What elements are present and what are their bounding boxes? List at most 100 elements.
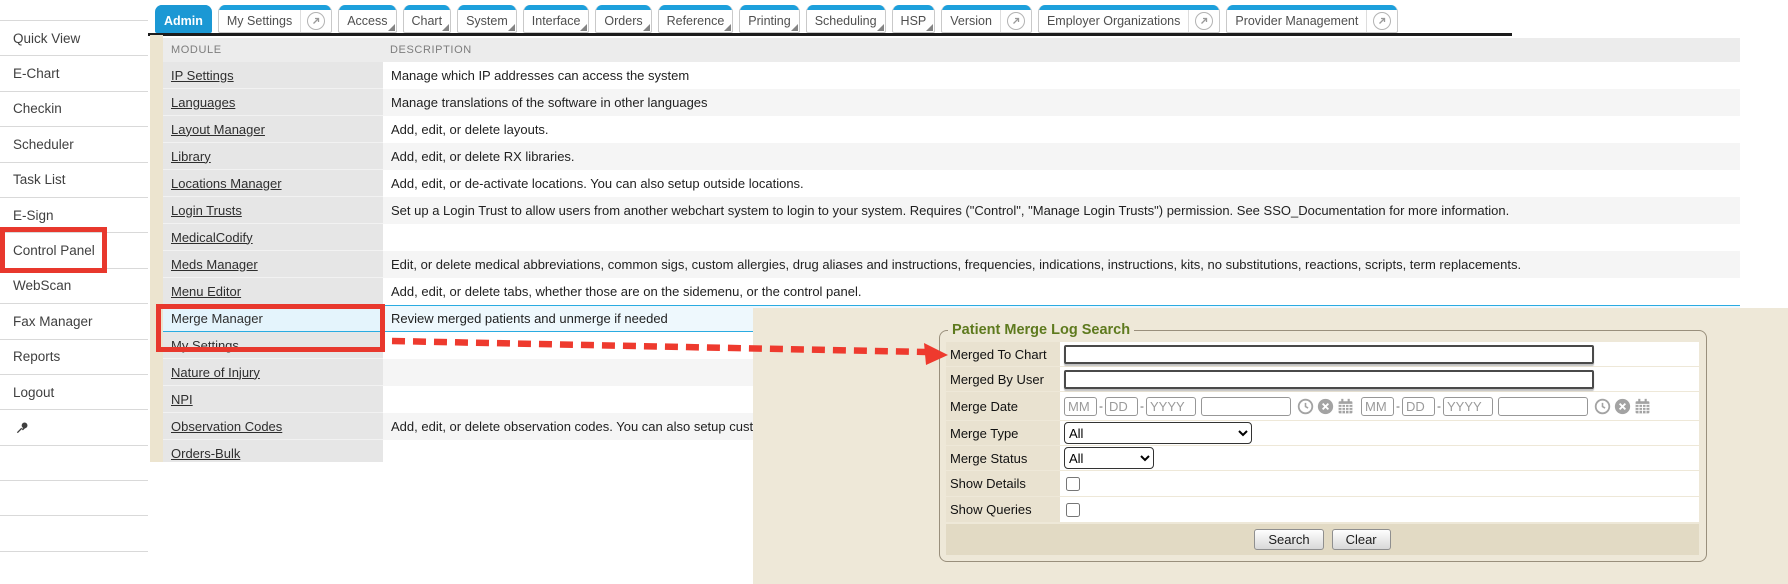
merged-to-chart-input[interactable]: [1064, 345, 1594, 364]
external-link-icon: [1007, 12, 1025, 30]
sidebar-item-e-chart[interactable]: E-Chart: [0, 56, 148, 91]
module-link-locations-manager[interactable]: Locations Manager: [171, 176, 282, 191]
module-cell: IP Settings: [163, 62, 383, 89]
tab-external-link[interactable]: [1188, 10, 1219, 32]
module-link-my-settings[interactable]: My Settings: [171, 338, 239, 353]
module-link-layout-manager[interactable]: Layout Manager: [171, 122, 265, 137]
day-input[interactable]: [1105, 397, 1138, 416]
pin-icon[interactable]: [15, 420, 30, 435]
module-cell: Locations Manager: [163, 170, 383, 197]
date-separator: -: [1140, 399, 1144, 413]
sidebar-item-control-panel[interactable]: Control Panel: [0, 233, 148, 268]
clear-button[interactable]: Clear: [1332, 529, 1391, 550]
module-link-orders-bulk[interactable]: Orders-Bulk: [171, 446, 240, 461]
calendar-icon[interactable]: [1634, 398, 1651, 415]
day-input[interactable]: [1402, 397, 1435, 416]
description-cell: Add, edit, or delete RX libraries.: [383, 143, 1740, 170]
sidebar-item-e-sign[interactable]: E-Sign: [0, 198, 148, 233]
tab-external-link[interactable]: [1366, 10, 1397, 32]
module-link-merge-manager[interactable]: Merge Manager: [171, 311, 263, 326]
module-cell: Orders-Bulk: [163, 440, 383, 462]
tab-my-settings[interactable]: My Settings: [218, 5, 332, 33]
sidebar-item-label: Scheduler: [13, 137, 74, 152]
module-link-login-trusts[interactable]: Login Trusts: [171, 203, 242, 218]
form-row: Merge Status All: [946, 446, 1699, 470]
external-link-icon: [1195, 12, 1213, 30]
description-cell: Manage translations of the software in o…: [383, 89, 1740, 116]
module-link-library[interactable]: Library: [171, 149, 211, 164]
show-queries-checkbox[interactable]: [1066, 503, 1080, 517]
tab-employer-organizations[interactable]: Employer Organizations: [1038, 5, 1220, 33]
tab-admin[interactable]: Admin: [155, 5, 212, 33]
tab-reference[interactable]: Reference: [658, 5, 734, 33]
sidebar-item-task-list[interactable]: Task List: [0, 163, 148, 198]
year-input[interactable]: [1146, 397, 1196, 416]
search-button[interactable]: Search: [1254, 529, 1323, 550]
clock-icon[interactable]: [1297, 398, 1314, 415]
tab-orders[interactable]: Orders: [595, 5, 651, 33]
tab-printing[interactable]: Printing: [739, 5, 799, 33]
tab-version[interactable]: Version: [941, 5, 1032, 33]
date-input-group: - -: [1361, 397, 1651, 416]
tab-label: Access: [339, 10, 395, 32]
clear-circle-icon[interactable]: [1614, 398, 1631, 415]
tab-chart[interactable]: Chart: [403, 5, 452, 33]
month-input[interactable]: [1064, 397, 1097, 416]
sidebar-item-fax-manager[interactable]: Fax Manager: [0, 304, 148, 339]
table-row-layout-manager: Layout Manager Add, edit, or delete layo…: [163, 116, 1740, 143]
form-row: Merged By User: [946, 367, 1699, 391]
sidebar-item-quick-view[interactable]: Quick View: [0, 21, 148, 56]
merge-log-search-fieldset: Patient Merge Log Search Merged To Chart…: [939, 322, 1707, 562]
time-input[interactable]: [1498, 397, 1588, 416]
tab-label: Interface: [524, 10, 589, 32]
module-link-ip-settings[interactable]: IP Settings: [171, 68, 234, 83]
year-input[interactable]: [1443, 397, 1493, 416]
tab-external-link[interactable]: [300, 10, 331, 32]
description-cell: Edit, or delete medical abbreviations, c…: [383, 251, 1740, 278]
sidebar-item-label: Checkin: [13, 101, 62, 116]
form-row: Show Queries: [946, 497, 1699, 522]
module-link-npi[interactable]: NPI: [171, 392, 193, 407]
module-link-menu-editor[interactable]: Menu Editor: [171, 284, 241, 299]
clock-icon[interactable]: [1594, 398, 1611, 415]
description-column-header: DESCRIPTION: [390, 44, 472, 56]
tab-external-link[interactable]: [1000, 10, 1031, 32]
module-link-medicalcodify[interactable]: MedicalCodify: [171, 230, 253, 245]
form-row: Merge Type All: [946, 421, 1699, 445]
module-link-meds-manager[interactable]: Meds Manager: [171, 257, 258, 272]
tab-access[interactable]: Access: [338, 5, 396, 33]
merge-type-select[interactable]: All: [1064, 422, 1252, 444]
tab-interface[interactable]: Interface: [523, 5, 590, 33]
merge-date-field: - - - -: [1060, 392, 1699, 420]
form-row: Merged To Chart: [946, 342, 1699, 366]
tab-label: Scheduling: [807, 10, 885, 32]
calendar-icon[interactable]: [1337, 398, 1354, 415]
description-cell: Manage which IP addresses can access the…: [383, 62, 1740, 89]
tab-scheduling[interactable]: Scheduling: [806, 5, 886, 33]
sidebar-item-label: Reports: [13, 349, 60, 364]
sidebar-item-reports[interactable]: Reports: [0, 340, 148, 375]
merged-by-user-input[interactable]: [1064, 370, 1594, 389]
sidebar-item-label: Quick View: [13, 31, 80, 46]
module-cell: Nature of Injury: [163, 359, 383, 386]
module-link-observation-codes[interactable]: Observation Codes: [171, 419, 282, 434]
sidebar-item-logout[interactable]: Logout: [0, 375, 148, 410]
description-cell: Add, edit, or de-activate locations. You…: [383, 170, 1740, 197]
sidebar-empty-row: [0, 481, 148, 516]
merge-status-select[interactable]: All: [1064, 447, 1154, 469]
show-details-checkbox[interactable]: [1066, 477, 1080, 491]
description-cell: [383, 224, 1740, 251]
sidebar-item-scheduler[interactable]: Scheduler: [0, 127, 148, 162]
tab-hsp[interactable]: HSP: [892, 5, 936, 33]
month-input[interactable]: [1361, 397, 1394, 416]
clear-circle-icon[interactable]: [1317, 398, 1334, 415]
time-input[interactable]: [1201, 397, 1291, 416]
sidebar-item-webscan[interactable]: WebScan: [0, 269, 148, 304]
sidebar-item-checkin[interactable]: Checkin: [0, 92, 148, 127]
module-link-nature-of-injury[interactable]: Nature of Injury: [171, 365, 260, 380]
tab-system[interactable]: System: [457, 5, 517, 33]
module-link-languages[interactable]: Languages: [171, 95, 235, 110]
merge-status-label: Merge Status: [946, 446, 1060, 470]
form-buttons-row: Search Clear: [946, 524, 1699, 555]
tab-provider-management[interactable]: Provider Management: [1226, 5, 1398, 33]
